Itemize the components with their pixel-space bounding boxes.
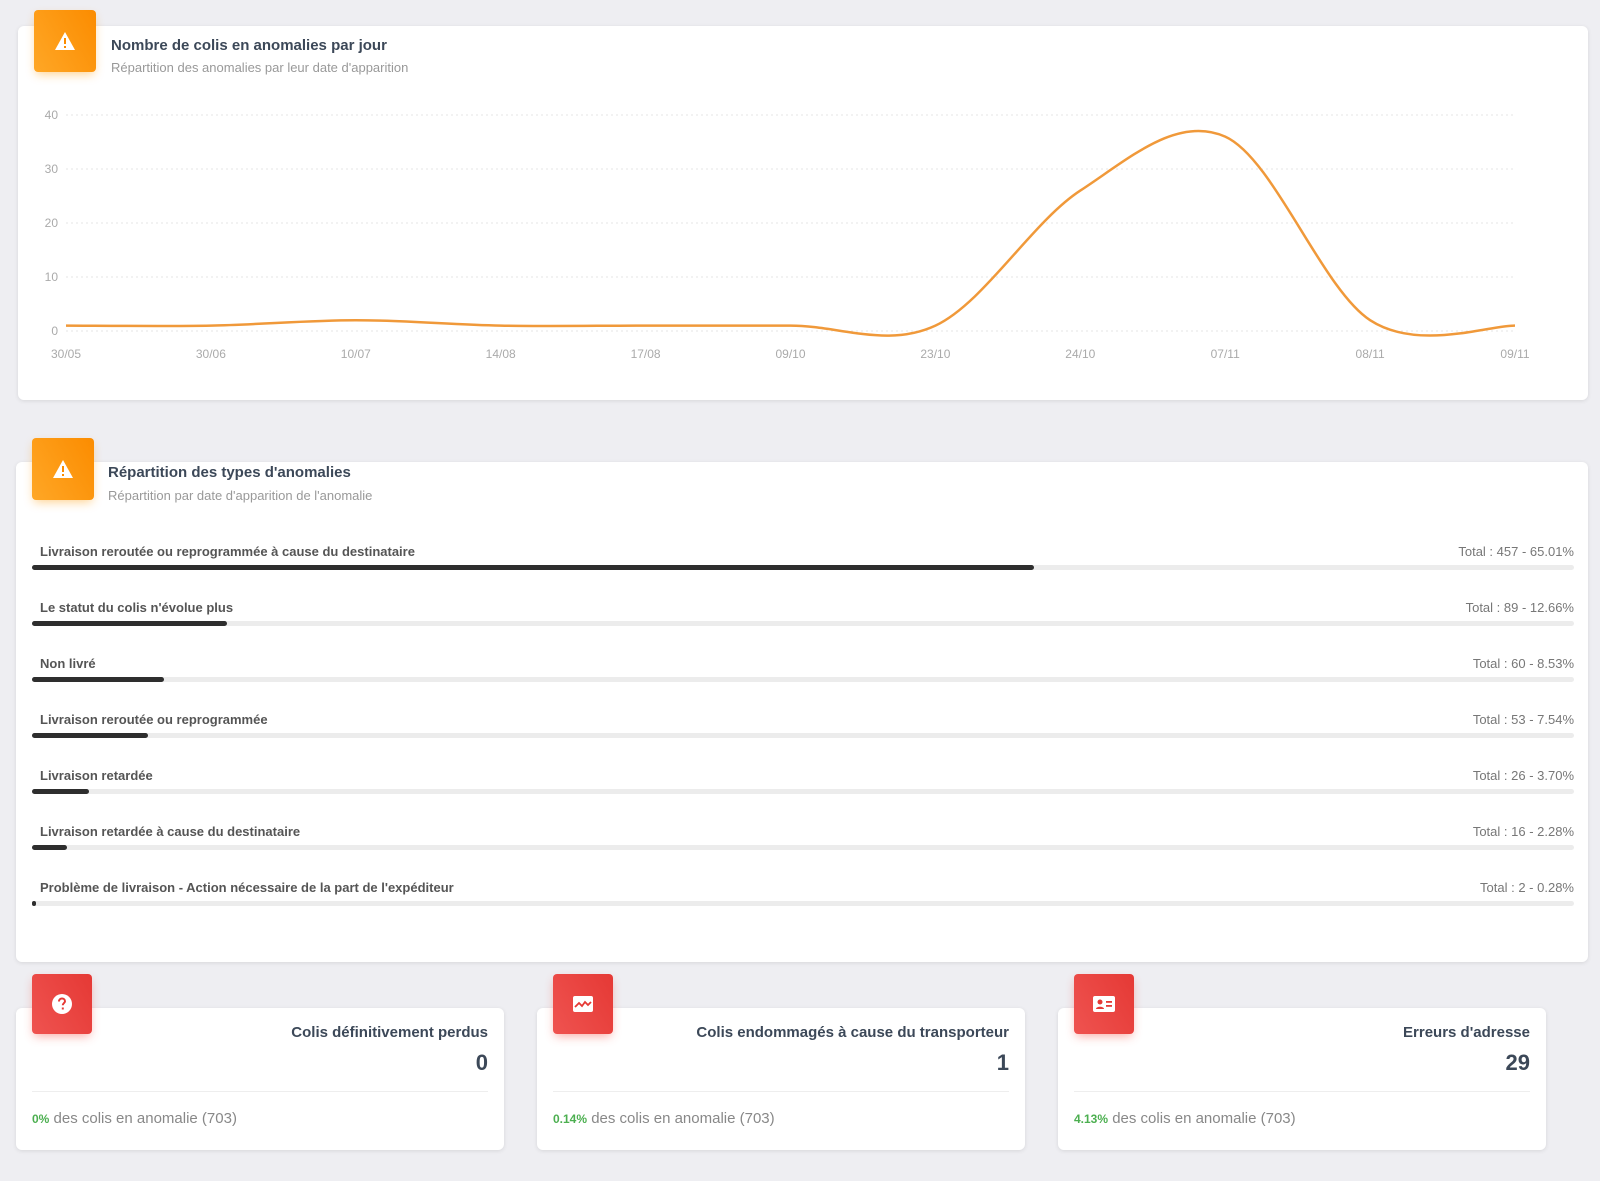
stat-footer: 0.14% des colis en anomalie (703) xyxy=(553,1110,775,1127)
stat-value: 29 xyxy=(1505,1050,1530,1075)
stat-footer-text: des colis en anomalie (703) xyxy=(1112,1110,1296,1127)
anomaly-type-row: Livraison reroutée ou reprogrammée à cau… xyxy=(32,544,1574,594)
anomaly-type-row: Non livré Total : 60 - 8.53% xyxy=(32,656,1574,706)
chart-card-warning-icon xyxy=(34,10,96,72)
anomaly-type-total: Total : 457 - 65.01% xyxy=(1458,544,1574,559)
y-tick-label: 0 xyxy=(51,324,58,338)
y-tick-label: 20 xyxy=(45,216,59,230)
stat-footer-text: des colis en anomalie (703) xyxy=(53,1110,237,1127)
y-tick-label: 40 xyxy=(45,108,59,122)
anomaly-type-total: Total : 53 - 7.54% xyxy=(1472,712,1574,727)
anomaly-type-total: Total : 89 - 12.66% xyxy=(1465,600,1574,615)
anomaly-type-progress-track xyxy=(32,845,1574,850)
types-card-title: Répartition des types d'anomalies xyxy=(108,464,351,481)
stat-percent: 0% xyxy=(32,1112,50,1126)
stat-title: Colis endommagés à cause du transporteur xyxy=(696,1024,1009,1041)
anomaly-type-row: Livraison retardée Total : 26 - 3.70% xyxy=(32,768,1574,818)
series-line xyxy=(65,129,1516,337)
anomaly-type-label: Livraison retardée à cause du destinatai… xyxy=(40,824,301,839)
anomaly-type-label: Livraison reroutée ou reprogrammée xyxy=(40,712,268,727)
anomaly-type-progress-fill xyxy=(32,733,149,738)
stat-footer: 4.13% des colis en anomalie (703) xyxy=(1074,1110,1296,1127)
broken-image-icon xyxy=(573,996,593,1012)
y-tick-label: 10 xyxy=(45,270,59,284)
stat-value: 0 xyxy=(475,1050,488,1075)
question-circle-icon xyxy=(52,994,72,1014)
divider xyxy=(1074,1091,1530,1092)
types-card-warning-icon xyxy=(32,438,94,500)
anomaly-types-card: Répartition des types d'anomalies Répart… xyxy=(16,462,1588,962)
stat-percent: 0.14% xyxy=(553,1112,588,1126)
x-tick-label: 09/10 xyxy=(775,347,805,361)
anomaly-type-progress-fill xyxy=(32,845,68,850)
anomalies-line-chart: 0 10 20 30 40 30/05 30/06 10/07 14/08 17/08 09/10 2… xyxy=(45,108,1530,361)
x-tick-label: 24/10 xyxy=(1065,347,1095,361)
anomaly-type-progress-track xyxy=(32,901,1574,906)
anomaly-type-total: Total : 16 - 2.28% xyxy=(1472,824,1574,839)
anomaly-type-progress-track xyxy=(32,677,1574,682)
x-tick-label: 07/11 xyxy=(1211,347,1240,361)
anomaly-type-progress-track xyxy=(32,565,1574,570)
anomaly-type-progress-fill xyxy=(32,901,37,906)
anomaly-type-row: Problème de livraison - Action nécessair… xyxy=(32,880,1574,930)
x-tick-label: 09/11 xyxy=(1500,347,1529,361)
divider xyxy=(553,1091,1009,1092)
stat-footer-text: des colis en anomalie (703) xyxy=(591,1110,775,1127)
x-tick-label: 14/08 xyxy=(486,347,516,361)
warning-icon xyxy=(53,460,73,478)
chart-card-subtitle: Répartition des anomalies par leur date … xyxy=(111,60,409,75)
divider xyxy=(32,1091,488,1092)
x-tick-label: 10/07 xyxy=(341,347,371,361)
anomaly-type-row: Le statut du colis n'évolue plus Total : … xyxy=(32,600,1574,650)
anomaly-type-total: Total : 2 - 0.28% xyxy=(1480,880,1574,895)
anomaly-type-row: Livraison retardée à cause du destinatai… xyxy=(32,824,1574,874)
stat-title: Colis définitivement perdus xyxy=(291,1024,488,1041)
anomalies-per-day-card: 0 10 20 30 40 30/05 30/06 10/07 14/08 17/08 09/10 2… xyxy=(18,26,1588,400)
stat-icon-box-address xyxy=(1074,974,1134,1034)
anomaly-type-label: Livraison reroutée ou reprogrammée à cau… xyxy=(40,544,415,559)
x-tick-label: 23/10 xyxy=(920,347,950,361)
stat-title: Erreurs d'adresse xyxy=(1403,1024,1530,1041)
anomaly-type-progress-track xyxy=(32,621,1574,626)
anomaly-type-label: Problème de livraison - Action nécessair… xyxy=(40,880,454,895)
anomaly-type-progress-fill xyxy=(32,621,228,626)
chart-card-title: Nombre de colis en anomalies par jour xyxy=(111,37,387,54)
stat-icon-box-damaged xyxy=(553,974,613,1034)
contact-card-icon xyxy=(1093,996,1115,1012)
x-tick-label: 08/11 xyxy=(1356,347,1385,361)
stat-icon-box-lost xyxy=(32,974,92,1034)
anomaly-type-progress-track xyxy=(32,733,1574,738)
anomaly-type-progress-fill xyxy=(32,565,1035,570)
y-tick-label: 30 xyxy=(45,162,59,176)
x-tick-label: 30/05 xyxy=(51,347,81,361)
x-tick-label: 17/08 xyxy=(631,347,661,361)
anomaly-type-label: Non livré xyxy=(40,656,96,671)
stat-value: 1 xyxy=(996,1050,1009,1075)
types-card-subtitle: Répartition par date d'apparition de l'a… xyxy=(108,488,373,503)
anomaly-type-row: Livraison reroutée ou reprogrammée Total … xyxy=(32,712,1574,762)
stat-footer: 0% des colis en anomalie (703) xyxy=(32,1110,237,1127)
anomaly-type-label: Le statut du colis n'évolue plus xyxy=(40,600,234,615)
warning-icon xyxy=(55,32,75,50)
anomaly-type-progress-fill xyxy=(32,677,164,682)
anomaly-type-progress-fill xyxy=(32,789,90,794)
stat-percent: 4.13% xyxy=(1074,1112,1109,1126)
x-tick-label: 30/06 xyxy=(196,347,226,361)
anomaly-type-total: Total : 26 - 3.70% xyxy=(1472,768,1574,783)
anomaly-type-progress-track xyxy=(32,789,1574,794)
anomaly-type-total: Total : 60 - 8.53% xyxy=(1472,656,1574,671)
anomaly-type-label: Livraison retardée xyxy=(40,768,153,783)
